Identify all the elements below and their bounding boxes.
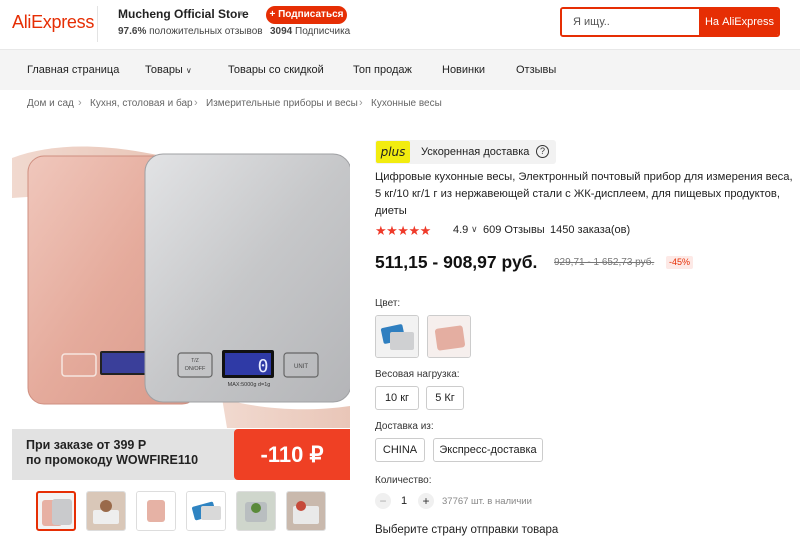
nav-home[interactable]: Главная страница [27,64,119,76]
discount-badge: -45% [666,256,694,269]
promo-text: При заказе от 399 Р по промокоду WOWFIRE… [26,438,198,468]
ship-country-prompt[interactable]: Выберите страну отправки товара [375,524,558,536]
load-option-10kg[interactable]: 10 кг [375,386,419,410]
scale-onoff-label: ON/OFF [185,366,206,372]
breadcrumb-item[interactable]: Кухонные весы [371,98,442,109]
search-button[interactable]: На AliExpress [699,9,778,35]
quantity-value[interactable]: 1 [401,495,407,507]
thumbnail-image [237,492,275,530]
chevron-down-icon[interactable]: ∨ [471,224,478,235]
thumbnail-image [137,492,175,530]
price: 511,15 - 908,97 руб. [375,252,538,272]
search-input[interactable] [562,9,699,35]
thumbnail-image [187,492,225,530]
store-nav: Главная страница Товары ∨ Товары со скидк… [0,50,800,90]
search-box: На AliExpress [560,7,780,37]
ship-from-china[interactable]: CHINA [375,438,425,462]
positive-percent: 97.6% [118,26,147,37]
help-icon[interactable]: ? [536,145,549,158]
chevron-right-icon: › [194,97,198,109]
chevron-down-icon: ∨ [185,66,192,75]
color-option-rose-gold[interactable] [427,315,471,358]
thumbnail-image [42,499,72,526]
fast-delivery-pill: plus Ускоренная доставка ? [375,140,556,164]
divider [97,6,98,42]
product-main-image[interactable]: T/Z ON/OFF 0 MAX:5000g d=1g UNIT [12,128,350,480]
thumbnail[interactable] [286,491,326,531]
quantity-decrease-button[interactable]: − [375,493,391,509]
scale-tare-label: T/Z [191,358,199,364]
nav-discounts[interactable]: Товары со скидкой [228,64,324,76]
followers-count: 3094 [270,26,293,37]
rating-value[interactable]: 4.9 [453,224,468,236]
fast-delivery-label: Ускоренная доставка [421,146,530,158]
color-option-image [376,316,418,357]
followers: 3094 Подписчика [270,26,350,37]
plus-logo: plus [376,141,410,163]
chevron-right-icon: › [359,97,363,109]
aliexpress-logo[interactable]: AliExpress [12,12,94,33]
product-title: Цифровые кухонные весы, Электронный почт… [375,171,793,217]
reviews-count[interactable]: 609 Отзывы [483,224,545,236]
thumbnail[interactable] [186,491,226,531]
positive-label: положительных отзывов [149,26,263,37]
quantity-label: Количество: [375,475,432,486]
breadcrumb-item[interactable]: Кухня, столовая и бар [90,98,193,109]
color-option-image [428,316,470,357]
scale-reading: 0 [258,356,269,377]
thumbnail[interactable] [86,491,126,531]
breadcrumb-item[interactable]: Измерительные приборы и весы [206,98,358,109]
load-label: Весовая нагрузка: [375,369,460,380]
scale-capacity-caption: MAX:5000g d=1g [228,382,271,388]
store-rating: 97.6% положительных отзывов [118,26,263,37]
nav-top-sales[interactable]: Топ продаж [353,64,412,76]
quantity-increase-button[interactable]: + [418,493,434,509]
orders-count: 1450 заказа(ов) [550,224,631,236]
chevron-down-icon[interactable]: ▼ [237,9,245,18]
thumbnail[interactable] [236,491,276,531]
nav-products[interactable]: Товары ∨ [145,64,192,76]
store-name[interactable]: Mucheng Official Store [118,7,249,21]
thumbnail-image [87,492,125,530]
ship-from-label: Доставка из: [375,421,434,432]
promo-banner[interactable]: При заказе от 399 Р по промокоду WOWFIRE… [12,429,350,480]
thumbnail[interactable] [36,491,76,531]
promo-discount-badge: -110 ₽ [234,429,350,480]
color-label: Цвет: [375,298,401,309]
followers-label: Подписчика [295,26,351,37]
stock-count: 37767 шт. в наличии [442,496,532,507]
nav-products-label: Товары [145,64,183,76]
old-price: 929,71 - 1 652,73 руб. [554,257,655,268]
thumbnail[interactable] [136,491,176,531]
chevron-right-icon: › [78,97,82,109]
ship-express[interactable]: Экспресс-доставка [433,438,543,462]
rating-stars: ★★★★★ [375,223,431,238]
promo-line-1: При заказе от 399 Р [26,438,147,452]
kitchen-scales-image: T/Z ON/OFF 0 MAX:5000g d=1g UNIT [12,146,350,428]
header: AliExpress Mucheng Official Store ▼ 97.6… [0,0,800,50]
subscribe-button[interactable]: + Подписаться [266,6,347,24]
promo-line-2: по промокоду WOWFIRE110 [26,453,199,467]
nav-reviews[interactable]: Отзывы [516,64,556,76]
scale-unit-label: UNIT [294,364,308,370]
nav-new[interactable]: Новинки [442,64,485,76]
thumbnail-image [287,492,325,530]
color-option-steel[interactable] [375,315,419,358]
breadcrumb-item[interactable]: Дом и сад [27,98,74,109]
load-option-5kg[interactable]: 5 Кг [426,386,464,410]
